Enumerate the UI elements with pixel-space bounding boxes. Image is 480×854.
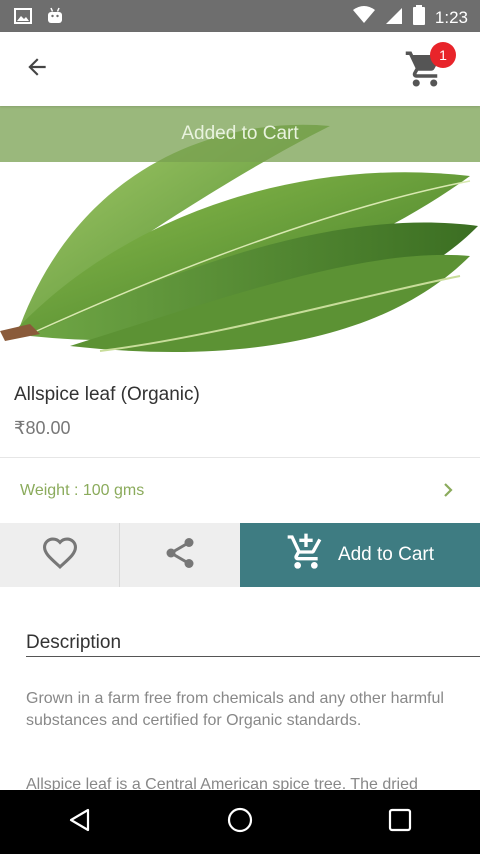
battery-icon [412,5,425,30]
product-name: Allspice leaf (Organic) [14,384,200,405]
cart-icon [404,51,446,94]
weight-selector[interactable]: Weight : 100 gms [0,458,480,522]
weight-label: Weight : 100 gms [20,482,145,499]
nav-back-icon [67,807,93,838]
android-icon [46,7,64,30]
action-bar: Add to Cart [0,523,480,587]
nav-home-button[interactable] [210,792,270,852]
product-price: ₹80.00 [14,418,71,438]
description-paragraph: Grown in a farm free from chemicals and … [26,690,444,729]
back-arrow-icon [24,54,50,85]
favorite-button[interactable] [0,523,120,587]
nav-recents-button[interactable] [370,792,430,852]
add-to-cart-label: Add to Cart [337,544,435,565]
image-icon [14,7,32,30]
nav-recents-icon [388,808,412,837]
cart-count-badge: 1 [430,42,456,68]
wifi-icon [352,6,375,29]
heart-icon [41,536,79,575]
description-title: Description [26,632,122,653]
description-underline [26,656,480,657]
chevron-right-icon [442,482,454,503]
status-bar: 1:23 [0,0,480,32]
share-icon [162,535,198,576]
app-bar: 1 [0,32,480,106]
clock: 1:23 [434,7,468,27]
share-button[interactable] [120,523,240,587]
system-nav-bar [0,790,480,854]
added-to-cart-toast: Added to Cart [0,106,480,162]
add-to-cart-button[interactable]: Add to Cart [240,523,480,587]
back-button[interactable] [20,52,54,86]
nav-home-icon [226,806,254,839]
cart-add-icon [286,532,326,578]
nav-back-button[interactable] [50,792,110,852]
cart-button[interactable]: 1 [404,42,456,94]
sim-icon [385,5,403,30]
